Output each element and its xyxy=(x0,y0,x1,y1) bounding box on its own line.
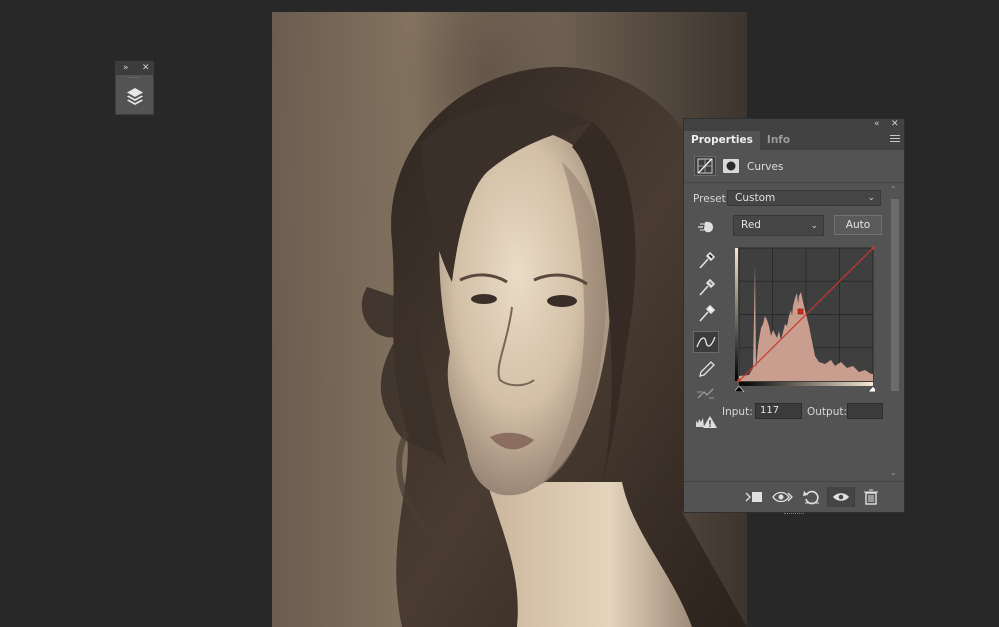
auto-button[interactable]: Auto xyxy=(834,215,882,235)
input-label: Input: xyxy=(722,406,753,418)
panel-tabs: Properties Info xyxy=(684,131,904,150)
trash-icon[interactable] xyxy=(859,487,883,507)
collapsed-panel-dock: » ✕ xyxy=(115,61,154,115)
collapse-panel-icon[interactable]: « xyxy=(874,118,880,131)
channel-value: Red xyxy=(741,219,761,231)
drag-grip[interactable] xyxy=(129,77,140,81)
curve-edit-points-icon[interactable] xyxy=(693,331,719,353)
white-point-slider[interactable] xyxy=(867,385,875,392)
panel-titlebar[interactable]: « ✕ xyxy=(684,119,904,131)
output-label: Output: xyxy=(807,406,848,418)
output-gradient-bar xyxy=(735,248,738,381)
mini-panel-titlebar: » ✕ xyxy=(116,62,153,75)
preset-label: Preset: xyxy=(693,193,730,205)
expand-panels-icon[interactable]: » xyxy=(123,62,129,75)
black-point-slider[interactable] xyxy=(735,385,745,392)
scrollbar-thumb[interactable] xyxy=(891,199,899,391)
channel-dropdown[interactable]: Red ⌄ xyxy=(733,215,824,236)
curve-point-end xyxy=(871,246,875,250)
close-icon[interactable]: ✕ xyxy=(142,62,150,75)
input-field[interactable]: 117 xyxy=(755,403,802,419)
output-field[interactable] xyxy=(847,403,883,419)
scroll-down-icon[interactable]: ⌄ xyxy=(890,468,897,477)
pencil-draw-icon[interactable] xyxy=(693,358,719,380)
white-point-eyedropper-icon[interactable] xyxy=(693,302,719,324)
on-image-adjust-icon[interactable] xyxy=(693,216,719,238)
adjustment-header: Curves xyxy=(684,150,904,183)
reset-icon[interactable] xyxy=(800,487,824,507)
panel-footer xyxy=(684,481,904,514)
input-gradient-bar xyxy=(739,382,873,386)
layer-mask-icon[interactable] xyxy=(720,156,742,176)
view-previous-state-icon[interactable] xyxy=(771,487,795,507)
chevron-down-icon: ⌄ xyxy=(867,193,875,203)
curve-point-selected xyxy=(797,308,804,315)
curve-point-start xyxy=(737,379,741,382)
tab-info[interactable]: Info xyxy=(760,131,797,150)
portrait-photo xyxy=(361,66,747,627)
curves-graph[interactable] xyxy=(735,246,875,392)
clipping-warning-icon[interactable] xyxy=(693,411,719,433)
gray-point-eyedropper-icon[interactable] xyxy=(693,276,719,298)
panel-menu-icon[interactable] xyxy=(890,135,900,144)
visibility-eye-icon[interactable] xyxy=(827,487,855,507)
preset-value: Custom xyxy=(735,192,776,204)
properties-panel: « ✕ Properties Info Curves Preset: Custo… xyxy=(683,118,905,514)
resize-grip[interactable] xyxy=(784,513,804,516)
curves-adjustment-icon[interactable] xyxy=(694,156,716,176)
panel-scrollbar[interactable]: ⌃ ⌄ xyxy=(889,185,901,477)
smooth-curve-icon[interactable] xyxy=(693,383,719,405)
document-canvas[interactable] xyxy=(272,12,747,627)
adjustment-title: Curves xyxy=(747,161,784,173)
clip-to-layer-icon[interactable] xyxy=(742,487,766,507)
layers-icon[interactable] xyxy=(126,86,144,106)
scroll-up-icon[interactable]: ⌃ xyxy=(890,185,897,194)
black-point-eyedropper-icon[interactable] xyxy=(693,249,719,271)
tab-properties[interactable]: Properties xyxy=(684,131,760,150)
preset-dropdown[interactable]: Custom ⌄ xyxy=(727,190,881,206)
close-panel-icon[interactable]: ✕ xyxy=(891,118,899,131)
chevron-down-icon: ⌄ xyxy=(810,221,818,231)
